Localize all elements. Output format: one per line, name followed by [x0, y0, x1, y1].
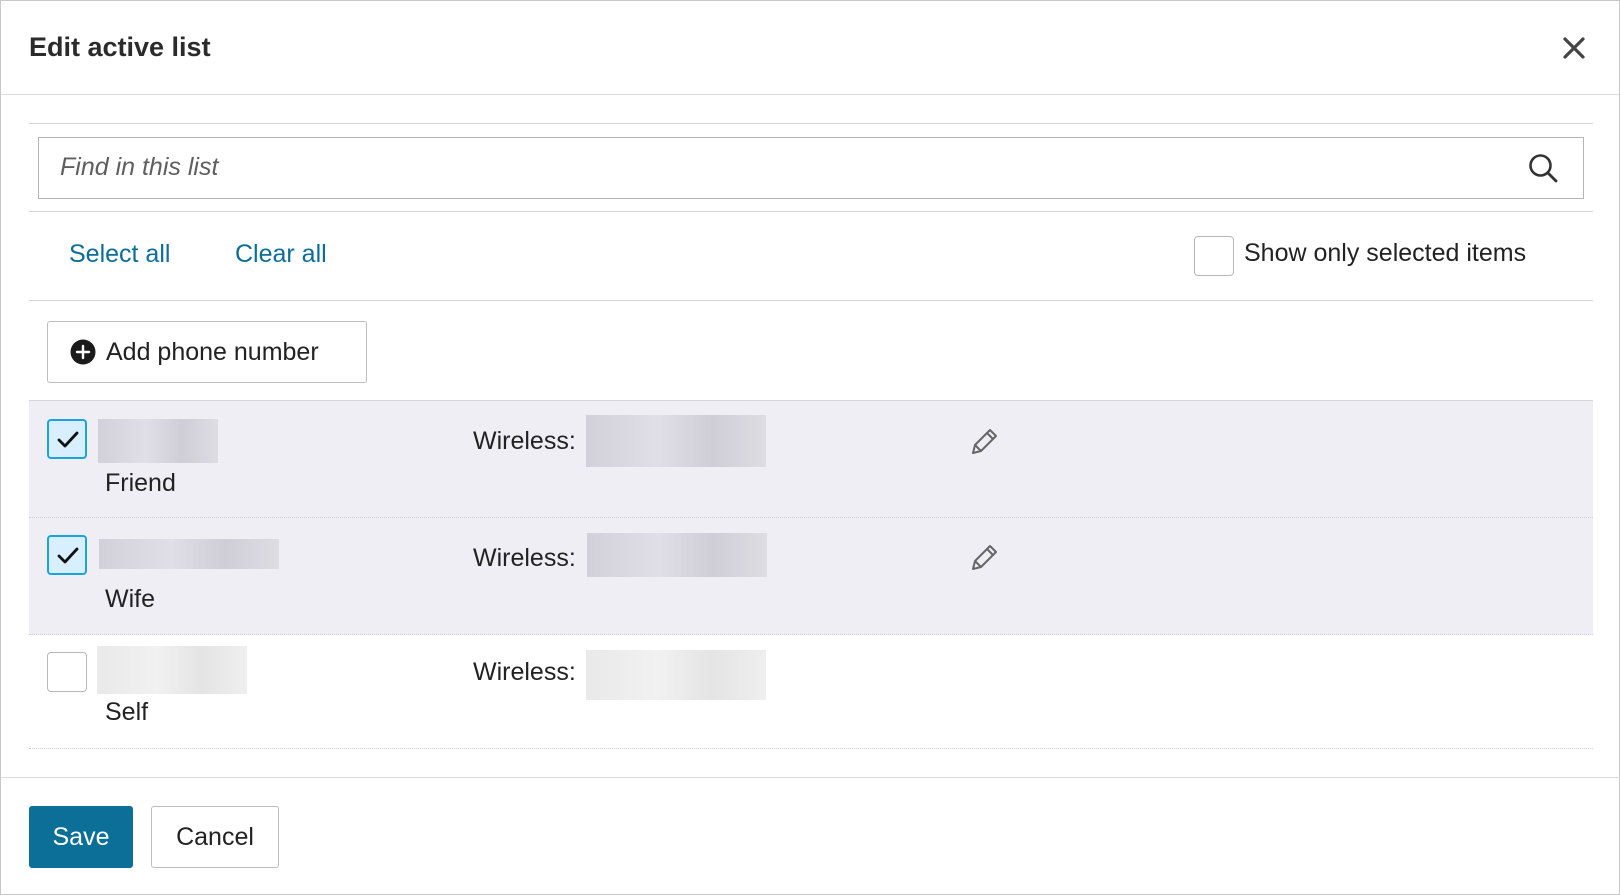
contact-checkbox[interactable]	[47, 535, 87, 575]
plus-circle-icon	[70, 339, 96, 365]
show-only-selected-label: Show only selected items	[1244, 239, 1527, 267]
pencil-icon[interactable]	[967, 541, 1001, 575]
contact-tag: Self	[105, 698, 149, 726]
footer-divider	[1, 777, 1620, 778]
contact-row[interactable]: Self Wireless:	[29, 635, 1593, 749]
close-icon	[1563, 37, 1585, 59]
add-phone-number-label: Add phone number	[106, 337, 319, 366]
contact-tag: Friend	[105, 469, 176, 497]
dialog-title: Edit active list	[29, 32, 211, 62]
clear-all-link[interactable]: Clear all	[235, 240, 327, 269]
search-input[interactable]	[39, 138, 1510, 196]
contact-list: Friend Wireless: Wife Wireless: Self Wir…	[29, 400, 1593, 749]
add-phone-number-button[interactable]: Add phone number	[47, 321, 367, 383]
phone-number-redacted	[586, 650, 766, 700]
phone-number-redacted	[586, 415, 766, 467]
contact-name-redacted	[99, 539, 279, 569]
phone-type-label: Wireless:	[473, 658, 576, 686]
checkmark-icon	[57, 547, 79, 564]
contact-checkbox[interactable]	[47, 652, 87, 692]
divider	[29, 300, 1593, 301]
checkmark-icon	[57, 431, 79, 448]
dialog-header: Edit active list	[1, 1, 1619, 95]
phone-type-label: Wireless:	[473, 427, 576, 455]
search-box	[38, 137, 1584, 199]
phone-number-redacted	[587, 533, 767, 577]
contact-name-redacted	[98, 419, 218, 463]
edit-active-list-dialog: Edit active list Select all Clear all Sh…	[0, 0, 1620, 895]
contact-name-redacted	[97, 646, 247, 694]
show-only-selected-checkbox[interactable]	[1194, 236, 1234, 276]
contact-tag: Wife	[105, 585, 155, 613]
pencil-icon[interactable]	[967, 425, 1001, 459]
select-all-link[interactable]: Select all	[69, 240, 170, 269]
search-icon[interactable]	[1527, 152, 1559, 184]
close-button[interactable]	[1559, 33, 1589, 63]
save-button[interactable]: Save	[29, 806, 133, 868]
divider	[29, 123, 1593, 124]
phone-type-label: Wireless:	[473, 544, 576, 572]
contact-checkbox[interactable]	[47, 419, 87, 459]
contact-row[interactable]: Friend Wireless:	[29, 400, 1593, 518]
divider	[29, 211, 1593, 212]
cancel-button[interactable]: Cancel	[151, 806, 279, 868]
contact-row[interactable]: Wife Wireless:	[29, 518, 1593, 635]
